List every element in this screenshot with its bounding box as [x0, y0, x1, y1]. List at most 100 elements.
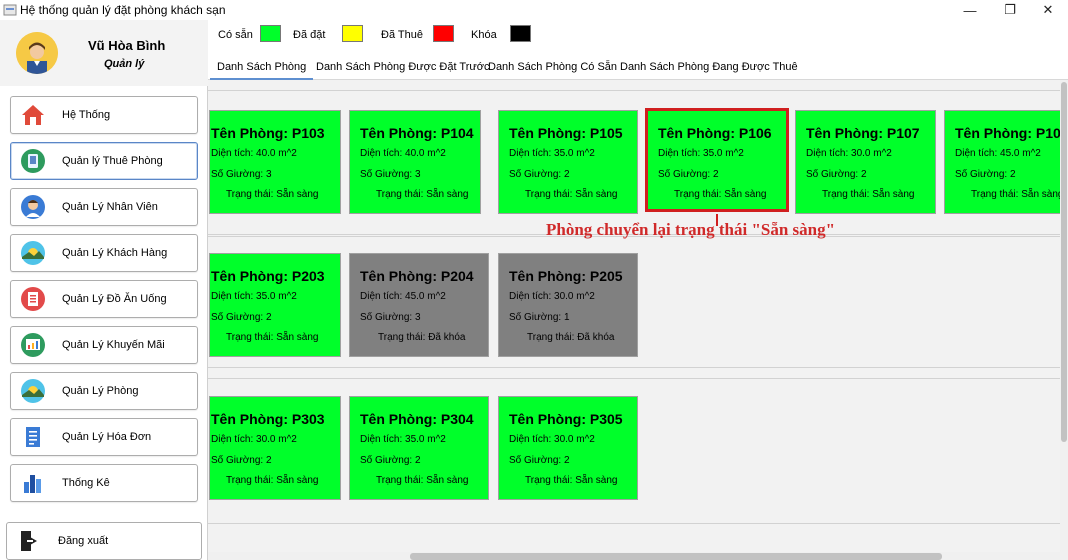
room-status: Trạng thái: Sẵn sàng [376, 189, 469, 200]
room-beds: Số Giường: 3 [360, 312, 421, 323]
room-name: Tên Phòng: P204 [360, 268, 474, 284]
room-area: Diện tích: 35.0 m^2 [658, 148, 744, 159]
sidebar-item-quan-ly-thue-phong[interactable]: Quản lý Thuê Phòng [10, 142, 198, 180]
sidebar-item-label: Quản lý Thuê Phòng [62, 155, 163, 167]
room-name: Tên Phòng: P106 [658, 125, 772, 141]
room-area: Diện tích: 30.0 m^2 [509, 291, 595, 302]
annotation-text: Phòng chuyển lại trạng thái "Sẵn sàng" [546, 220, 836, 239]
room-card-p303[interactable]: Tên Phòng: P303 Diện tích: 30.0 m^2 Số G… [209, 396, 341, 500]
employee-icon [21, 195, 45, 219]
user-name: Vũ Hòa Bình [88, 38, 166, 53]
room-area: Diện tích: 35.0 m^2 [509, 148, 595, 159]
sidebar-item-quan-ly-phong[interactable]: Quản Lý Phòng [10, 372, 198, 410]
legend-swatch-locked [510, 25, 531, 42]
room-beds: Số Giường: 3 [360, 169, 421, 180]
room-card-p103[interactable]: Tên Phòng: P103 Diện tích: 40.0 m^2 Số G… [209, 110, 341, 214]
room-card-p203[interactable]: Tên Phòng: P203 Diện tích: 35.0 m^2 Số G… [209, 253, 341, 357]
room-beds: Số Giường: 2 [509, 169, 570, 180]
sidebar-item-quan-ly-do-an-uong[interactable]: Quản Lý Đồ Ăn Uống [10, 280, 198, 318]
room-card-p305[interactable]: Tên Phòng: P305 Diện tích: 30.0 m^2 Số G… [498, 396, 638, 500]
promotion-icon [21, 333, 45, 357]
tab-available-rooms[interactable]: Danh Sách Phòng Có Sẵn [488, 61, 617, 80]
sidebar-item-quan-ly-nhan-vien[interactable]: Quản Lý Nhân Viên [10, 188, 198, 226]
sidebar-item-label: Thống Kê [62, 477, 110, 489]
room-beds: Số Giường: 2 [955, 169, 1016, 180]
room-status: Trạng thái: Sẵn sàng [822, 189, 915, 200]
sidebar-item-quan-ly-hoa-don[interactable]: Quản Lý Hóa Đơn [10, 418, 198, 456]
logout-button[interactable]: Đăng xuất [6, 522, 202, 560]
app-icon [3, 4, 17, 16]
room-area: Diện tích: 30.0 m^2 [806, 148, 892, 159]
home-icon [22, 105, 44, 125]
sidebar-item-quan-ly-khuyen-mai[interactable]: Quản Lý Khuyến Mãi [10, 326, 198, 364]
room-card-p105[interactable]: Tên Phòng: P105 Diện tích: 35.0 m^2 Số G… [498, 110, 638, 214]
room-card-p205[interactable]: Tên Phòng: P205 Diện tích: 30.0 m^2 Số G… [498, 253, 638, 357]
sidebar-item-label: Quản Lý Phòng [62, 385, 139, 397]
room-status: Trạng thái: Sẵn sàng [525, 189, 618, 200]
legend-swatch-booked [342, 25, 363, 42]
room-area: Diện tích: 30.0 m^2 [509, 434, 595, 445]
room-tabs: Danh Sách Phòng Danh Sách Phòng Được Đặt… [208, 50, 1068, 80]
room-beds: Số Giường: 3 [211, 169, 272, 180]
user-role: Quản lý [104, 58, 145, 70]
room-area: Diện tích: 45.0 m^2 [360, 291, 446, 302]
landscape-icon [21, 241, 45, 265]
sidebar-item-label: Quản Lý Khuyến Mãi [62, 339, 165, 351]
tab-rented-rooms[interactable]: Danh Sách Phòng Đang Được Thuê [620, 61, 798, 80]
room-card-p204[interactable]: Tên Phòng: P204 Diện tích: 45.0 m^2 Số G… [349, 253, 489, 357]
room-status: Trạng thái: Sẵn sàng [971, 189, 1060, 200]
room-beds: Số Giường: 2 [211, 455, 272, 466]
close-button[interactable]: ✕ [1028, 0, 1068, 20]
user-profile: Vũ Hòa Bình Quản lý [0, 20, 208, 86]
sidebar-item-thong-ke[interactable]: Thống Kê [10, 464, 198, 502]
room-beds: Số Giường: 1 [509, 312, 570, 323]
room-name: Tên Phòng: P305 [509, 411, 623, 427]
user-avatar-icon [16, 32, 58, 74]
sidebar-item-label: Quản Lý Hóa Đơn [62, 431, 152, 443]
logout-label: Đăng xuất [58, 535, 109, 547]
title-bar: Hệ thống quản lý đặt phòng khách sạn — ❐… [0, 0, 1068, 20]
maximize-button[interactable]: ❐ [990, 0, 1030, 20]
legend-label-available: Có sẵn [218, 29, 253, 41]
room-beds: Số Giường: 2 [806, 169, 867, 180]
room-beds: Số Giường: 2 [360, 455, 421, 466]
room-card-p304[interactable]: Tên Phòng: P304 Diện tích: 35.0 m^2 Số G… [349, 396, 489, 500]
room-name: Tên Phòng: P103 [211, 125, 325, 141]
horizontal-scroll-thumb[interactable] [410, 553, 942, 560]
minimize-button[interactable]: — [950, 0, 990, 20]
menu-icon [21, 287, 45, 311]
landscape-icon [21, 379, 45, 403]
legend-label-locked: Khóa [471, 29, 497, 41]
room-status: Trạng thái: Sẵn sàng [226, 475, 319, 486]
room-list-panel: Tên Phòng: P103 Diện tích: 40.0 m^2 Số G… [208, 80, 1060, 560]
chart-icon [24, 475, 41, 493]
room-name: Tên Phòng: P303 [211, 411, 325, 427]
room-card-p107[interactable]: Tên Phòng: P107 Diện tích: 30.0 m^2 Số G… [795, 110, 936, 214]
room-card-p106[interactable]: Tên Phòng: P106 Diện tích: 35.0 m^2 Số G… [645, 108, 789, 212]
room-name: Tên Phòng: P104 [360, 125, 474, 141]
room-card-p104[interactable]: Tên Phòng: P104 Diện tích: 40.0 m^2 Số G… [349, 110, 481, 214]
sidebar-item-quan-ly-khach-hang[interactable]: Quản Lý Khách Hàng [10, 234, 198, 272]
vertical-scrollbar[interactable] [1060, 80, 1068, 560]
horizontal-scrollbar[interactable] [208, 552, 1060, 560]
sidebar-item-label: Quản Lý Nhân Viên [62, 201, 158, 213]
sidebar-item-label: Hệ Thống [62, 109, 111, 121]
vertical-scroll-thumb[interactable] [1061, 82, 1067, 442]
room-beds: Số Giường: 2 [658, 169, 719, 180]
legend-label-booked: Đã đặt [293, 29, 326, 41]
status-legend: Có sẵn Đã đặt Đã Thuê Khóa [208, 20, 1068, 50]
room-beds: Số Giường: 2 [211, 312, 272, 323]
legend-swatch-rented [433, 25, 454, 42]
invoice-icon [26, 427, 40, 447]
room-status: Trạng thái: Sẵn sàng [376, 475, 469, 486]
room-status: Trạng thái: Sẵn sàng [674, 189, 767, 200]
logout-icon [21, 531, 37, 551]
sidebar-item-he-thong[interactable]: Hệ Thống [10, 96, 198, 134]
tab-room-list[interactable]: Danh Sách Phòng [210, 61, 314, 80]
room-card-p108[interactable]: Tên Phòng: P108 Diện tích: 45.0 m^2 Số G… [944, 110, 1060, 214]
sidebar: Vũ Hòa Bình Quản lý Hệ Thống Quản lý Thu… [0, 20, 208, 560]
sidebar-item-label: Quản Lý Khách Hàng [62, 247, 168, 259]
legend-swatch-available [260, 25, 281, 42]
legend-label-rented: Đã Thuê [381, 29, 423, 41]
tab-reserved-rooms[interactable]: Danh Sách Phòng Được Đặt Trước [316, 61, 489, 80]
